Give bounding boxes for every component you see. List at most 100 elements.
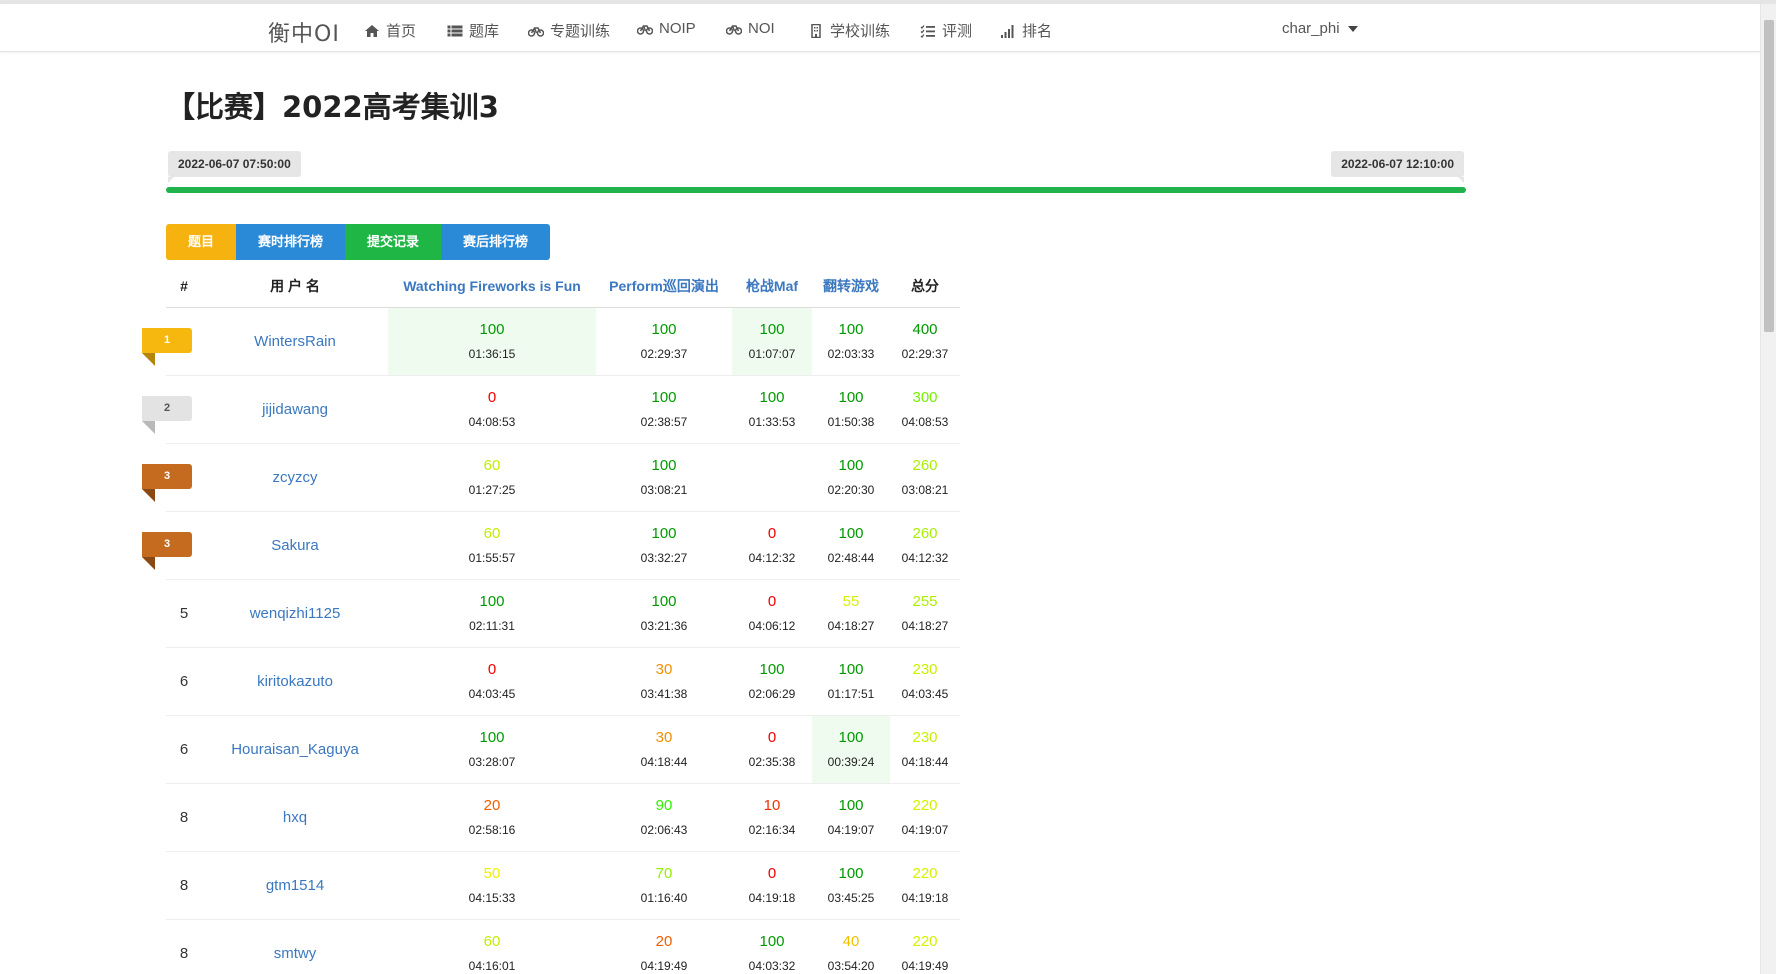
problem-score-cell[interactable]: 55 04:18:27 [812,579,890,648]
submit-time: 01:07:07 [748,347,796,361]
problem-score-cell[interactable]: 100 03:28:07 [388,715,596,784]
problem-score-cell[interactable]: 30 04:18:44 [596,715,732,784]
submissions-button[interactable]: 提交记录 [345,224,442,260]
problem-score-cell[interactable]: 100 01:33:53 [732,375,812,444]
problem-score-cell[interactable]: 90 02:06:43 [596,783,732,852]
problem-score-cell[interactable]: 100 00:39:24 [812,715,890,784]
total-score-cell: 230 04:03:45 [890,647,960,716]
header-problem-3[interactable]: 枪战Maf [732,266,812,308]
submit-time: 03:21:36 [640,619,688,633]
nav-noi[interactable]: NOI [726,20,775,37]
problem-score-cell[interactable]: 0 02:35:38 [732,715,812,784]
username-link[interactable]: jijidawang [202,375,388,444]
problem-score-cell[interactable]: 100 02:03:33 [812,307,890,376]
total-score: 220 [912,797,938,814]
score: 100 [838,865,864,882]
page-scrollbar[interactable] [1760,4,1776,974]
final-ranking-button[interactable]: 赛后排行榜 [441,224,551,260]
problem-score-cell[interactable]: 100 02:20:30 [812,443,890,512]
username: char_phi [1282,20,1340,37]
header-total-score: 总分 [890,266,960,308]
header-problem-1[interactable]: Watching Fireworks is Fun [388,266,596,308]
nav-judge[interactable]: 评测 [920,20,972,41]
live-ranking-button[interactable]: 赛时排行榜 [236,224,346,260]
submit-time: 03:08:21 [640,483,688,497]
problem-score-cell[interactable]: 100 01:07:07 [732,307,812,376]
problem-score-cell[interactable]: 100 01:50:38 [812,375,890,444]
problem-score-cell[interactable]: 0 04:08:53 [388,375,596,444]
submit-time: 02:35:38 [748,755,796,769]
problem-score-cell[interactable]: 100 02:06:29 [732,647,812,716]
problem-score-cell[interactable]: 100 02:11:31 [388,579,596,648]
problem-score-cell[interactable]: 100 03:08:21 [596,443,732,512]
problem-score-cell[interactable]: 20 04:19:49 [596,919,732,974]
score: 70 [655,865,673,882]
username-link[interactable]: gtm1514 [202,851,388,920]
submit-time: 01:36:15 [468,347,516,361]
username-link[interactable]: kiritokazuto [202,647,388,716]
submit-time: 02:06:43 [640,823,688,837]
scrollbar-thumb[interactable] [1764,20,1774,332]
rank-number: 6 [179,740,189,758]
problem-score-cell[interactable]: 0 04:12:32 [732,511,812,580]
problem-score-cell[interactable]: 30 03:41:38 [596,647,732,716]
score: 100 [479,593,505,610]
problems-button[interactable]: 题目 [166,224,237,260]
nav-noip[interactable]: NOIP [637,20,696,37]
problem-score-cell[interactable]: 0 04:19:18 [732,851,812,920]
problem-score-cell[interactable]: 20 02:58:16 [388,783,596,852]
rank-cell: 5 [166,579,202,648]
problem-score-cell[interactable]: 100 01:36:15 [388,307,596,376]
contest-title: 【比赛】2022高考集训3 [166,90,499,124]
site-brand[interactable]: 衡中OI [268,16,340,48]
nav-problems[interactable]: 题库 [447,20,499,41]
problem-score-cell[interactable]: 40 03:54:20 [812,919,890,974]
username-link[interactable]: wenqizhi1125 [202,579,388,648]
ranking-row: 8 gtm1514 50 04:15:33 70 01:16:40 0 04:19:18 100… [166,851,960,920]
problem-score-cell[interactable]: 50 04:15:33 [388,851,596,920]
problem-score-cell[interactable]: 0 04:03:45 [388,647,596,716]
problem-score-cell[interactable]: 70 01:16:40 [596,851,732,920]
nav-ranking-label: 排名 [1022,23,1053,40]
username-link[interactable]: zcyzcy [202,443,388,512]
score: 60 [483,525,501,542]
score: 100 [651,525,677,542]
problem-score-cell[interactable]: 10 02:16:34 [732,783,812,852]
nav-school-training[interactable]: 学校训练 [808,20,890,41]
total-score-cell: 260 03:08:21 [890,443,960,512]
problem-score-cell[interactable]: 60 04:16:01 [388,919,596,974]
problem-score-cell[interactable]: 100 03:45:25 [812,851,890,920]
problem-score-cell[interactable]: 100 04:19:07 [812,783,890,852]
rank-cell: 6 [166,647,202,716]
score: 0 [487,389,497,406]
problem-score-cell[interactable]: 100 03:32:27 [596,511,732,580]
rank-cell: 3 [142,443,202,512]
header-problem-2[interactable]: Perform巡回演出 [596,266,732,308]
problem-score-cell[interactable]: 100 02:29:37 [596,307,732,376]
ranking-row: 3 Sakura 60 01:55:57 100 03:32:27 0 04:12:32 100… [142,511,960,580]
username-link[interactable]: hxq [202,783,388,852]
username-link[interactable]: WintersRain [202,307,388,376]
nav-home[interactable]: 首页 [364,20,416,41]
problem-score-cell[interactable]: 60 01:55:57 [388,511,596,580]
problem-score-cell[interactable]: 100 01:17:51 [812,647,890,716]
header-problem-4[interactable]: 翻转游戏 [812,266,890,308]
problem-score-cell[interactable]: 0 04:06:12 [732,579,812,648]
problem-score-cell[interactable]: 100 04:03:32 [732,919,812,974]
username-link[interactable]: smtwy [202,919,388,974]
problem-score-cell[interactable] [732,443,812,512]
submit-time: 02:20:30 [827,483,875,497]
nav-ranking[interactable]: 排名 [1000,20,1052,41]
silver-medal-ribbon: 2 [142,395,192,434]
problem-score-cell[interactable]: 100 02:48:44 [812,511,890,580]
problem-score-cell[interactable]: 60 01:27:25 [388,443,596,512]
nav-topic-training[interactable]: 专题训练 [528,20,610,41]
submit-time: 04:19:18 [748,891,796,905]
username-link[interactable]: Sakura [202,511,388,580]
contest-progress-fill [166,187,1466,193]
user-menu[interactable]: char_phi [1282,20,1358,37]
username-link[interactable]: Houraisan_Kaguya [202,715,388,784]
problem-score-cell[interactable]: 100 03:21:36 [596,579,732,648]
submit-time: 02:38:57 [640,415,688,429]
problem-score-cell[interactable]: 100 02:38:57 [596,375,732,444]
